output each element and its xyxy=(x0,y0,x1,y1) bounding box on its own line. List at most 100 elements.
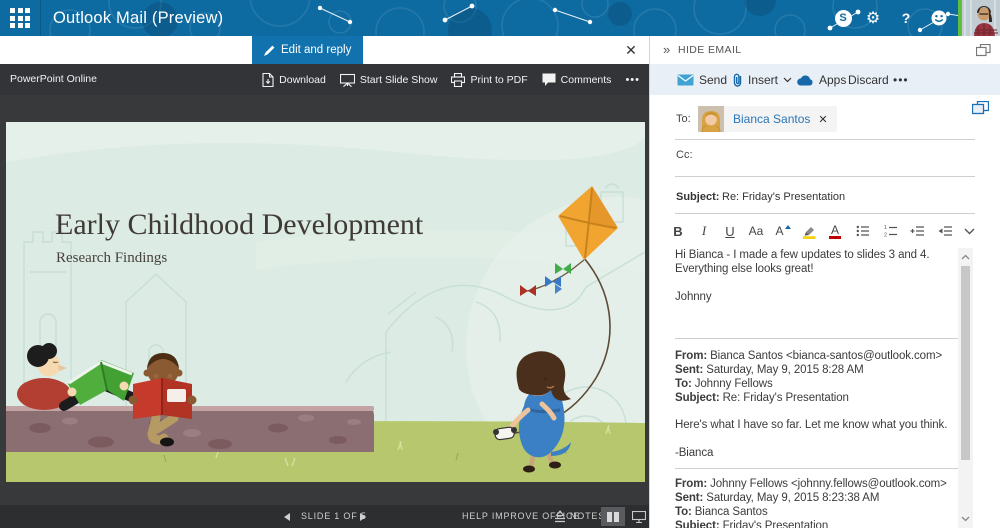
collapse-chevrons-icon[interactable]: » xyxy=(663,36,670,64)
quoted-header-line: From:Johnny Fellows <johnny.fellows@outl… xyxy=(675,477,959,491)
highlighter-icon xyxy=(802,224,817,239)
send-button[interactable]: Send xyxy=(677,64,727,95)
message-body-editor[interactable]: Hi Bianca - I made a few updates to slid… xyxy=(675,248,959,528)
remove-recipient-icon[interactable]: ✕ xyxy=(818,113,827,126)
quoted-header-line: Sent:Saturday, May 9, 2015 8:23:38 AM xyxy=(675,491,959,505)
scroll-up-icon[interactable] xyxy=(958,250,973,264)
recipient-chip[interactable]: Bianca Santos ✕ xyxy=(698,106,837,132)
formatting-toolbar: B I U Aa A A xyxy=(650,217,1000,245)
popout-compose-icon[interactable] xyxy=(972,101,989,115)
settings-gear-icon[interactable]: ⚙ xyxy=(860,0,886,36)
hide-email-button[interactable]: HIDE EMAIL xyxy=(678,36,742,64)
cc-field-underline xyxy=(675,176,975,177)
more-formatting-chevron-icon xyxy=(964,228,975,235)
apps-button[interactable]: Apps xyxy=(796,64,846,95)
print-to-pdf-button[interactable]: Print to PDF xyxy=(451,73,527,87)
quoted-signature: -Bianca xyxy=(675,446,959,460)
send-envelope-icon xyxy=(677,74,694,86)
feedback-smiley-icon[interactable] xyxy=(926,0,952,36)
powerpoint-toolbar: PowerPoint Online Download Start Slid xyxy=(0,64,649,95)
pencil-icon xyxy=(264,45,275,56)
skype-icon[interactable]: S xyxy=(830,0,856,36)
body-scrollbar[interactable] xyxy=(958,248,973,528)
cc-field-input[interactable] xyxy=(698,144,948,168)
more-formatting-button[interactable] xyxy=(958,217,980,245)
decrease-indent-button[interactable] xyxy=(934,217,956,245)
apps-cloud-icon xyxy=(796,74,814,86)
close-preview-button[interactable]: ✕ xyxy=(620,40,642,60)
quoted-message: Here's what I have so far. Let me know w… xyxy=(675,418,959,432)
insert-button[interactable]: Insert xyxy=(732,64,792,95)
download-icon xyxy=(262,73,274,87)
slide-title: Early Childhood Development xyxy=(55,208,423,242)
notes-icon xyxy=(552,507,568,526)
discard-button[interactable]: Discard xyxy=(848,64,889,95)
download-button[interactable]: Download xyxy=(262,73,326,87)
increase-indent-button[interactable] xyxy=(906,217,928,245)
user-avatar-image xyxy=(962,0,1000,36)
quoted-header-line: From:Bianca Santos <bianca-santos@outloo… xyxy=(675,349,959,363)
increase-indent-icon xyxy=(910,225,925,237)
previous-slide-button[interactable] xyxy=(284,513,290,521)
edit-and-reply-button[interactable]: Edit and reply xyxy=(252,36,363,64)
user-avatar[interactable] xyxy=(962,0,1000,36)
recipient-name: Bianca Santos xyxy=(733,112,810,126)
subject-field-underline xyxy=(675,213,975,214)
svg-text:1: 1 xyxy=(884,225,887,231)
slide-illustration xyxy=(6,122,645,482)
to-field-underline xyxy=(675,139,975,140)
quoted-header-line: To:Johnny Fellows xyxy=(675,377,959,391)
numbered-list-button[interactable]: 12 xyxy=(880,217,902,245)
subject-field-value[interactable]: Re: Friday's Presentation xyxy=(722,191,845,203)
body-greeting: Hi Bianca - I made a few updates to slid… xyxy=(675,248,959,276)
bullet-list-icon xyxy=(856,225,870,237)
quote-divider xyxy=(675,338,959,339)
compose-toolbar: Send Insert Apps Discard xyxy=(650,64,1000,95)
underline-button[interactable]: U xyxy=(719,217,741,245)
paperclip-icon xyxy=(732,72,743,88)
font-size-caret xyxy=(785,225,791,229)
reading-view-button[interactable] xyxy=(601,507,625,526)
to-field-label: To: xyxy=(676,113,691,125)
font-color-button[interactable]: A xyxy=(824,217,846,245)
scrollbar-thumb[interactable] xyxy=(961,266,970,460)
highlight-button[interactable] xyxy=(798,217,820,245)
topbar-divider xyxy=(40,0,41,36)
notes-button[interactable]: NOTES xyxy=(570,505,605,528)
slide-counter: SLIDE 1 OF 5 xyxy=(301,505,367,528)
quote-divider xyxy=(675,468,959,469)
next-slide-button[interactable] xyxy=(360,513,366,521)
font-size-button[interactable]: A xyxy=(772,217,794,245)
powerpoint-actions: Download Start Slide Show Print to xyxy=(262,64,640,95)
slide-canvas[interactable]: Early Childhood Development Research Fin… xyxy=(6,122,645,482)
scroll-down-icon[interactable] xyxy=(958,512,973,526)
app-launcher-icon[interactable] xyxy=(10,8,30,28)
smiley-glyph xyxy=(930,9,948,27)
slide-stage: Early Childhood Development Research Fin… xyxy=(0,95,649,505)
bullet-list-button[interactable] xyxy=(852,217,874,245)
comments-button[interactable]: Comments xyxy=(542,73,612,87)
slideshow-view-icon xyxy=(632,511,646,523)
compose-header: » HIDE EMAIL xyxy=(650,36,1000,64)
comment-icon xyxy=(542,73,556,87)
slide-subtitle: Research Findings xyxy=(56,250,167,267)
help-icon[interactable]: ? xyxy=(893,0,919,36)
compose-more-button[interactable]: ••• xyxy=(893,64,909,95)
subject-field-label: Subject: xyxy=(676,191,719,203)
powerpoint-online-label: PowerPoint Online xyxy=(10,64,97,95)
preview-tab-strip: Edit and reply ✕ xyxy=(0,36,649,64)
powerpoint-more-button[interactable]: ••• xyxy=(625,74,640,86)
start-slideshow-button[interactable]: Start Slide Show xyxy=(340,73,438,87)
slideshow-view-button[interactable] xyxy=(629,507,649,526)
edit-and-reply-label: Edit and reply xyxy=(281,44,351,56)
powerpoint-status-bar: SLIDE 1 OF 5 HELP IMPROVE OFFICE NOTES xyxy=(0,505,649,528)
italic-button[interactable]: I xyxy=(693,217,715,245)
bold-button[interactable]: B xyxy=(667,217,689,245)
recipient-avatar xyxy=(698,106,724,132)
open-in-new-window-icon[interactable] xyxy=(976,44,991,57)
slideshow-icon xyxy=(340,73,355,87)
font-name-button[interactable]: Aa xyxy=(745,217,767,245)
email-compose-pane: » HIDE EMAIL Send Insert xyxy=(649,36,1000,528)
quoted-header-line: Sent:Saturday, May 9, 2015 8:28 AM xyxy=(675,363,959,377)
body-signature: Johnny xyxy=(675,290,959,304)
